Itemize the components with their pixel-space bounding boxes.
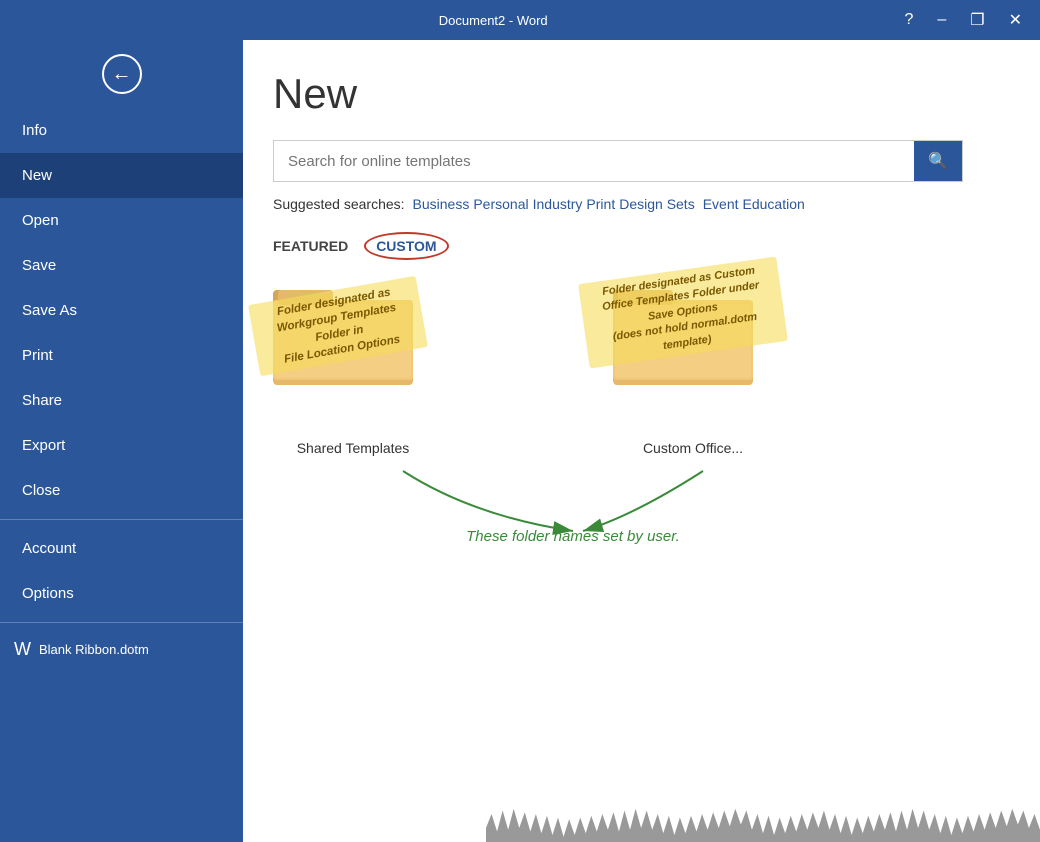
sidebar-item-save-as[interactable]: Save As	[0, 288, 243, 333]
back-button[interactable]: ←	[0, 40, 243, 108]
custom-office-folder[interactable]: Folder designated as CustomOffice Templa…	[613, 280, 773, 456]
templates-area: Folder designated asWorkgroup TemplatesF…	[273, 280, 1010, 546]
arrows-area: These folder names set by user.	[273, 466, 873, 546]
app-body: ← Info New Open Save Save As Print Share	[0, 40, 1040, 842]
word-icon: W	[14, 639, 31, 660]
sidebar-divider	[0, 519, 243, 520]
shared-templates-folder[interactable]: Folder designated asWorkgroup TemplatesF…	[273, 280, 433, 456]
tab-custom[interactable]: CUSTOM	[364, 232, 448, 260]
sidebar-item-save[interactable]: Save	[0, 243, 243, 288]
main-content: New 🔍 Suggested searches: Business Perso…	[243, 40, 1040, 842]
sidebar-item-open[interactable]: Open	[0, 198, 243, 243]
tab-featured[interactable]: FEATURED	[273, 232, 364, 260]
sidebar-item-options[interactable]: Options	[0, 571, 243, 616]
suggested-personal[interactable]: Personal	[473, 196, 528, 212]
sidebar-item-print[interactable]: Print	[0, 333, 243, 378]
sidebar-item-export[interactable]: Export	[0, 423, 243, 468]
sidebar-divider-2	[0, 622, 243, 623]
folders-note: These folder names set by user.	[273, 528, 873, 546]
sidebar-item-account[interactable]: Account	[0, 526, 243, 571]
sidebar: ← Info New Open Save Save As Print Share	[0, 40, 243, 842]
close-button[interactable]: ✕	[1001, 8, 1030, 32]
folder2-annotation: Folder designated as CustomOffice Templa…	[578, 256, 788, 368]
recent-doc[interactable]: W Blank Ribbon.dotm	[0, 629, 243, 670]
help-button[interactable]: ?	[896, 9, 921, 31]
title-bar: Document2 - Word ? – ❐ ✕	[0, 0, 1040, 40]
sidebar-item-info[interactable]: Info	[0, 108, 243, 153]
sidebar-item-close[interactable]: Close	[0, 468, 243, 513]
suggested-searches: Suggested searches: Business Personal In…	[273, 196, 1010, 212]
folder2-label: Custom Office...	[643, 440, 743, 456]
suggested-industry[interactable]: Industry	[533, 196, 583, 212]
suggested-label: Suggested searches:	[273, 196, 405, 212]
sidebar-item-new[interactable]: New	[0, 153, 243, 198]
back-arrow-icon: ←	[102, 54, 142, 94]
suggested-business[interactable]: Business	[413, 196, 470, 212]
tabs-row: FEATURED CUSTOM	[273, 232, 1010, 260]
suggested-design-sets[interactable]: Design Sets	[619, 196, 694, 212]
suggested-education[interactable]: Education	[743, 196, 805, 212]
search-bar: 🔍	[273, 140, 963, 182]
window-controls: ? – ❐ ✕	[896, 8, 1030, 32]
window-title: Document2 - Word	[90, 13, 896, 28]
arrows-svg	[273, 466, 873, 536]
sidebar-item-share[interactable]: Share	[0, 378, 243, 423]
torn-edge	[486, 807, 1040, 842]
restore-button[interactable]: ❐	[962, 8, 992, 32]
search-button[interactable]: 🔍	[914, 141, 962, 181]
sidebar-nav: Info New Open Save Save As Print Share E…	[0, 108, 243, 842]
page-title: New	[273, 70, 1010, 118]
suggested-print[interactable]: Print	[586, 196, 615, 212]
suggested-event[interactable]: Event	[703, 196, 739, 212]
minimize-button[interactable]: –	[929, 9, 954, 31]
folder1-label: Shared Templates	[297, 440, 410, 456]
search-input[interactable]	[274, 141, 914, 181]
